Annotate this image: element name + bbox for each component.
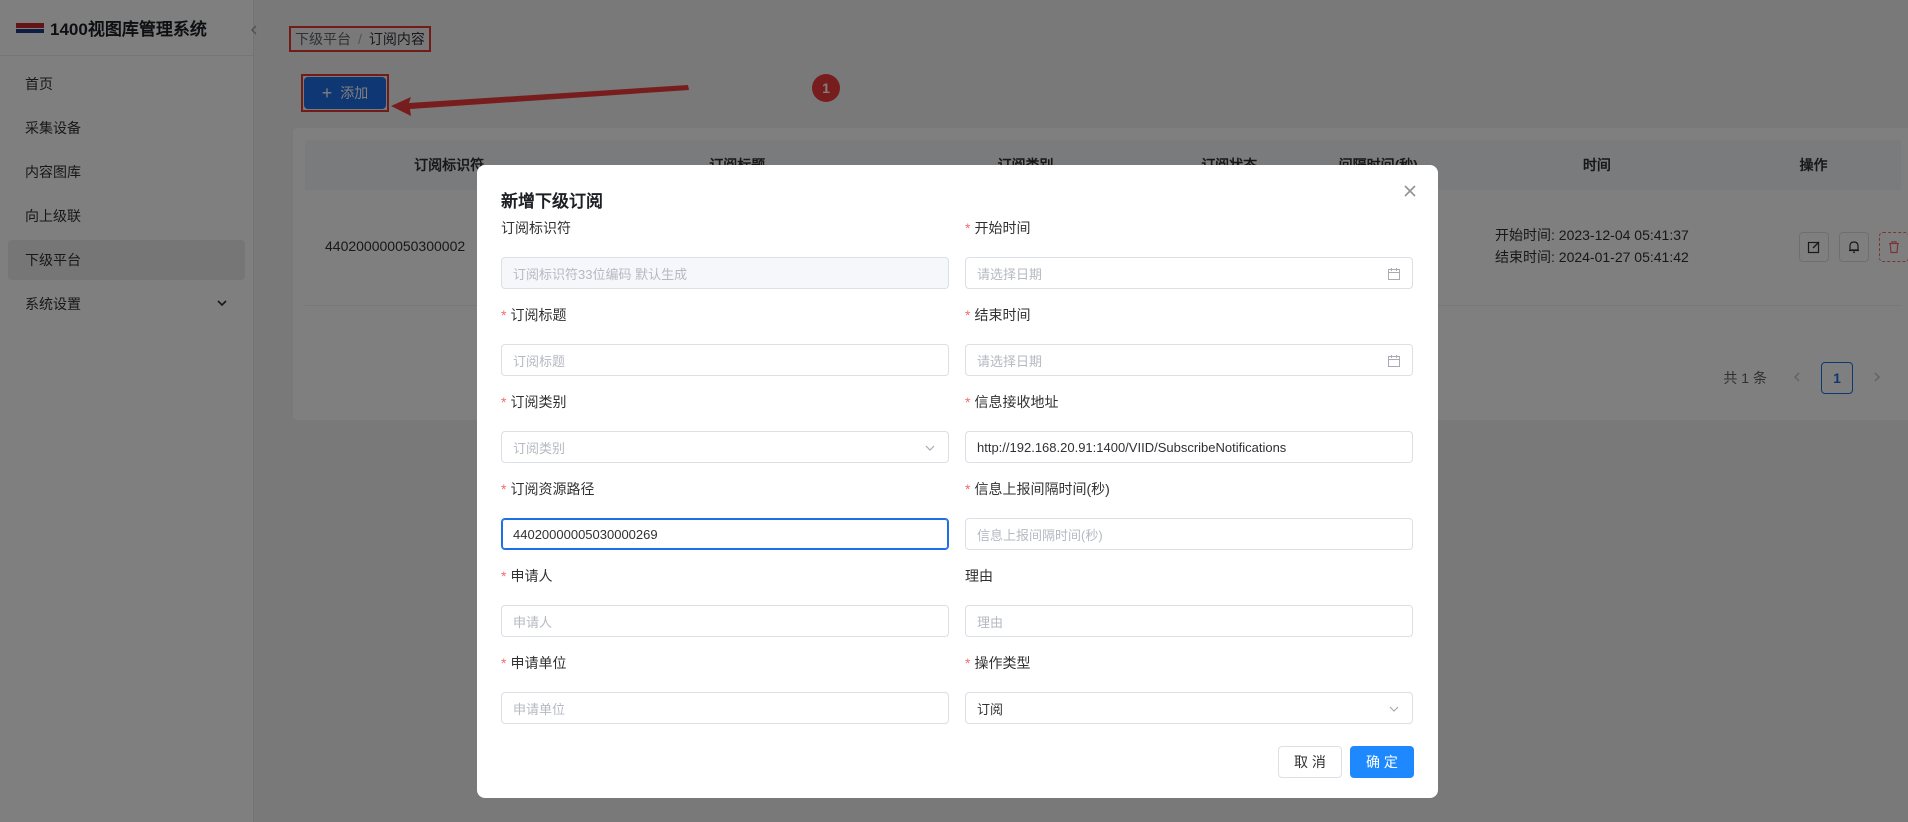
field-label: * 操作类型 xyxy=(965,655,1031,671)
resource-path-input[interactable]: 44020000005030000269 xyxy=(501,518,949,550)
start-time-field: * 开始时间 请选择日期 xyxy=(965,217,1413,289)
field-label: * 订阅类别 xyxy=(501,394,567,410)
subscribe-id-field: 订阅标识符 订阅标识符33位编码 默认生成 xyxy=(501,217,949,289)
end-time-field: * 结束时间 请选择日期 xyxy=(965,304,1413,376)
calendar-icon xyxy=(1388,355,1400,367)
subscription-type-select[interactable]: 订阅类别 xyxy=(501,431,949,463)
close-icon[interactable] xyxy=(1402,183,1418,199)
reason-field: 理由 理由 xyxy=(965,565,1413,637)
operation-type-select[interactable]: 订阅 xyxy=(965,692,1413,724)
field-label: * 开始时间 xyxy=(965,220,1031,236)
subscription-title-input[interactable]: 订阅标题 xyxy=(501,344,949,376)
field-label: * 申请单位 xyxy=(501,655,567,671)
subscription-title-field: * 订阅标题 订阅标题 xyxy=(501,304,949,376)
receive-address-field: * 信息接收地址 http://192.168.20.91:1400/VIID/S… xyxy=(965,391,1413,463)
subscription-type-field: * 订阅类别 订阅类别 xyxy=(501,391,949,463)
dialog-title: 新增下级订阅 xyxy=(501,192,603,211)
add-subscription-dialog: 新增下级订阅 订阅标识符 订阅标识符33位编码 默认生成 * 开始时间 请选择日期… xyxy=(477,165,1438,798)
field-label: 订阅标识符 xyxy=(501,220,571,236)
field-label: 理由 xyxy=(965,568,993,584)
field-label: * 信息接收地址 xyxy=(965,394,1059,410)
field-label: * 订阅标题 xyxy=(501,307,567,323)
resource-path-field: * 订阅资源路径 44020000005030000269 xyxy=(501,478,949,550)
field-label: * 信息上报间隔时间(秒) xyxy=(965,481,1110,497)
operation-type-field: * 操作类型 订阅 xyxy=(965,652,1413,724)
subscribe-id-input: 订阅标识符33位编码 默认生成 xyxy=(501,257,949,289)
end-time-picker[interactable]: 请选择日期 xyxy=(965,344,1413,376)
applicant-input[interactable]: 申请人 xyxy=(501,605,949,637)
chevron-down-icon xyxy=(925,445,935,451)
chevron-down-icon xyxy=(1389,706,1399,712)
applicant-field: * 申请人 申请人 xyxy=(501,565,949,637)
dialog-footer: 取 消 确 定 xyxy=(1278,746,1414,778)
applicant-unit-input[interactable]: 申请单位 xyxy=(501,692,949,724)
applicant-unit-field: * 申请单位 申请单位 xyxy=(501,652,949,724)
reason-input[interactable]: 理由 xyxy=(965,605,1413,637)
report-interval-field: * 信息上报间隔时间(秒) 信息上报间隔时间(秒) xyxy=(965,478,1413,550)
cancel-button[interactable]: 取 消 xyxy=(1278,746,1342,778)
receive-address-input[interactable]: http://192.168.20.91:1400/VIID/Subscribe… xyxy=(965,431,1413,463)
confirm-button[interactable]: 确 定 xyxy=(1350,746,1414,778)
field-label: * 订阅资源路径 xyxy=(501,481,595,497)
report-interval-input[interactable]: 信息上报间隔时间(秒) xyxy=(965,518,1413,550)
field-label: * 结束时间 xyxy=(965,307,1031,323)
field-label: * 申请人 xyxy=(501,568,553,584)
calendar-icon xyxy=(1388,268,1400,280)
start-time-picker[interactable]: 请选择日期 xyxy=(965,257,1413,289)
